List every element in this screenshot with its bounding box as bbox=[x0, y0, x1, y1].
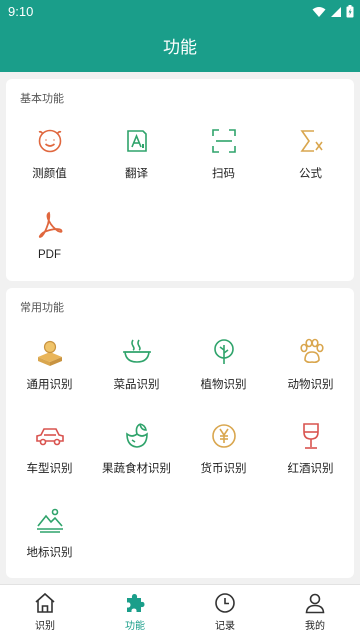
feature-label: 果蔬食材识别 bbox=[102, 463, 171, 475]
coin-icon bbox=[211, 424, 236, 448]
feature-label: 通用识别 bbox=[26, 379, 73, 391]
feature-label: 公式 bbox=[299, 168, 322, 180]
feature-label: 地标识别 bbox=[26, 547, 73, 559]
feature-label: 翻译 bbox=[125, 168, 148, 180]
person-icon bbox=[305, 593, 325, 614]
feature-label: 红酒识别 bbox=[287, 463, 334, 475]
translate-icon bbox=[126, 130, 147, 152]
scan-icon bbox=[211, 129, 236, 153]
tab-label: 记录 bbox=[215, 621, 235, 632]
tab-label: 功能 bbox=[125, 621, 145, 632]
common-functions-card: 常用功能 通用识别 菜品识别 植物识别 动物识别 车型识别 果蔬食材识别 货币识… bbox=[6, 288, 354, 578]
feature-label: 扫码 bbox=[212, 168, 235, 180]
paw-icon bbox=[299, 338, 324, 364]
feature-pdf[interactable]: PDF bbox=[6, 209, 93, 261]
feature-formula[interactable]: 公式 bbox=[267, 125, 354, 181]
section-title-common: 常用功能 bbox=[20, 302, 64, 314]
feature-scan[interactable]: 扫码 bbox=[180, 125, 267, 181]
feature-label: 货币识别 bbox=[200, 463, 247, 475]
clock-icon bbox=[215, 593, 235, 613]
feature-label: 车型识别 bbox=[26, 463, 73, 475]
pdf-icon bbox=[38, 211, 62, 238]
face-icon bbox=[38, 129, 61, 153]
feature-general-recognition[interactable]: 通用识别 bbox=[6, 336, 93, 392]
feature-wine-recognition[interactable]: 红酒识别 bbox=[267, 420, 354, 476]
tab-profile[interactable]: 我的 bbox=[270, 585, 360, 641]
feature-translate[interactable]: 翻译 bbox=[93, 125, 180, 181]
tab-recognize[interactable]: 识别 bbox=[0, 585, 90, 641]
feature-dish-recognition[interactable]: 菜品识别 bbox=[93, 336, 180, 392]
tree-icon bbox=[213, 339, 234, 364]
status-time: 9:10 bbox=[8, 4, 34, 19]
feature-landmark-recognition[interactable]: 地标识别 bbox=[6, 504, 93, 560]
tab-functions[interactable]: 功能 bbox=[90, 585, 180, 641]
bowl-icon bbox=[122, 339, 151, 363]
box-icon bbox=[37, 340, 62, 366]
feature-label: 菜品识别 bbox=[113, 379, 160, 391]
basic-functions-card: 基本功能 测颜值 翻译 扫码 公式 PDF bbox=[6, 79, 354, 281]
tab-label: 我的 bbox=[305, 621, 325, 632]
wine-icon bbox=[302, 423, 319, 449]
system-icons bbox=[312, 5, 354, 18]
wifi-icon bbox=[312, 6, 326, 17]
feature-label: 植物识别 bbox=[200, 379, 247, 391]
status-bar: 9:10 bbox=[0, 0, 360, 24]
puzzle-icon bbox=[127, 594, 145, 612]
tab-history[interactable]: 记录 bbox=[180, 585, 270, 641]
feature-label: 动物识别 bbox=[287, 379, 334, 391]
feature-face-score[interactable]: 测颜值 bbox=[6, 125, 93, 181]
feature-fruit-vegetable-recognition[interactable]: 果蔬食材识别 bbox=[93, 420, 180, 476]
landmark-icon bbox=[36, 508, 63, 533]
formula-icon bbox=[299, 130, 323, 152]
battery-icon bbox=[346, 5, 354, 18]
signal-icon bbox=[331, 6, 341, 17]
feature-car-recognition[interactable]: 车型识别 bbox=[6, 420, 93, 476]
feature-animal-recognition[interactable]: 动物识别 bbox=[267, 336, 354, 392]
car-icon bbox=[35, 428, 64, 446]
feature-plant-recognition[interactable]: 植物识别 bbox=[180, 336, 267, 392]
app-bar: 功能 bbox=[0, 24, 360, 72]
home-icon bbox=[35, 592, 55, 613]
page-title: 功能 bbox=[163, 38, 197, 57]
bottom-tab-bar: 识别 功能 记录 我的 bbox=[0, 584, 360, 641]
vegetable-icon bbox=[125, 423, 148, 448]
feature-label: 测颜值 bbox=[32, 168, 67, 180]
tab-label: 识别 bbox=[35, 621, 55, 632]
feature-currency-recognition[interactable]: 货币识别 bbox=[180, 420, 267, 476]
feature-label: PDF bbox=[38, 249, 61, 261]
section-title-basic: 基本功能 bbox=[20, 93, 64, 105]
